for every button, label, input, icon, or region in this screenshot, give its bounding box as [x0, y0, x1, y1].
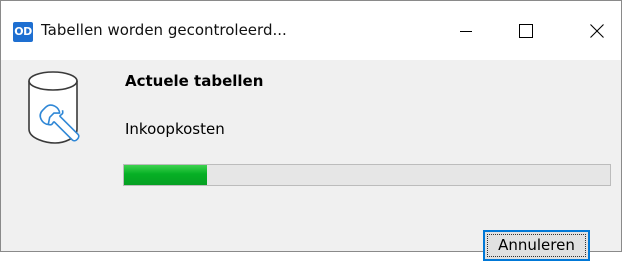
- app-icon: OD: [13, 22, 33, 42]
- dialog-heading: Actuele tabellen: [125, 72, 264, 90]
- status-text: Inkoopkosten: [125, 120, 225, 138]
- close-button[interactable]: [574, 1, 620, 60]
- minimize-icon: [460, 30, 472, 32]
- minimize-button[interactable]: [443, 1, 489, 60]
- cancel-button[interactable]: Annuleren: [483, 230, 590, 261]
- close-icon: [590, 23, 604, 38]
- window-title: Tabellen worden gecontroleerd...: [41, 21, 287, 39]
- progress-bar: [123, 164, 611, 186]
- maximize-button[interactable]: [503, 1, 549, 60]
- database-wrench-icon: [28, 71, 80, 144]
- dialog-window: OD Tabellen worden gecontroleerd... Actu…: [0, 0, 622, 261]
- progress-fill: [124, 165, 207, 185]
- maximize-icon: [519, 23, 533, 38]
- dialog-content: Actuele tabellen Inkoopkosten Annuleren: [1, 60, 621, 261]
- title-bar[interactable]: OD Tabellen worden gecontroleerd...: [1, 1, 621, 60]
- cancel-button-label: Annuleren: [486, 233, 587, 258]
